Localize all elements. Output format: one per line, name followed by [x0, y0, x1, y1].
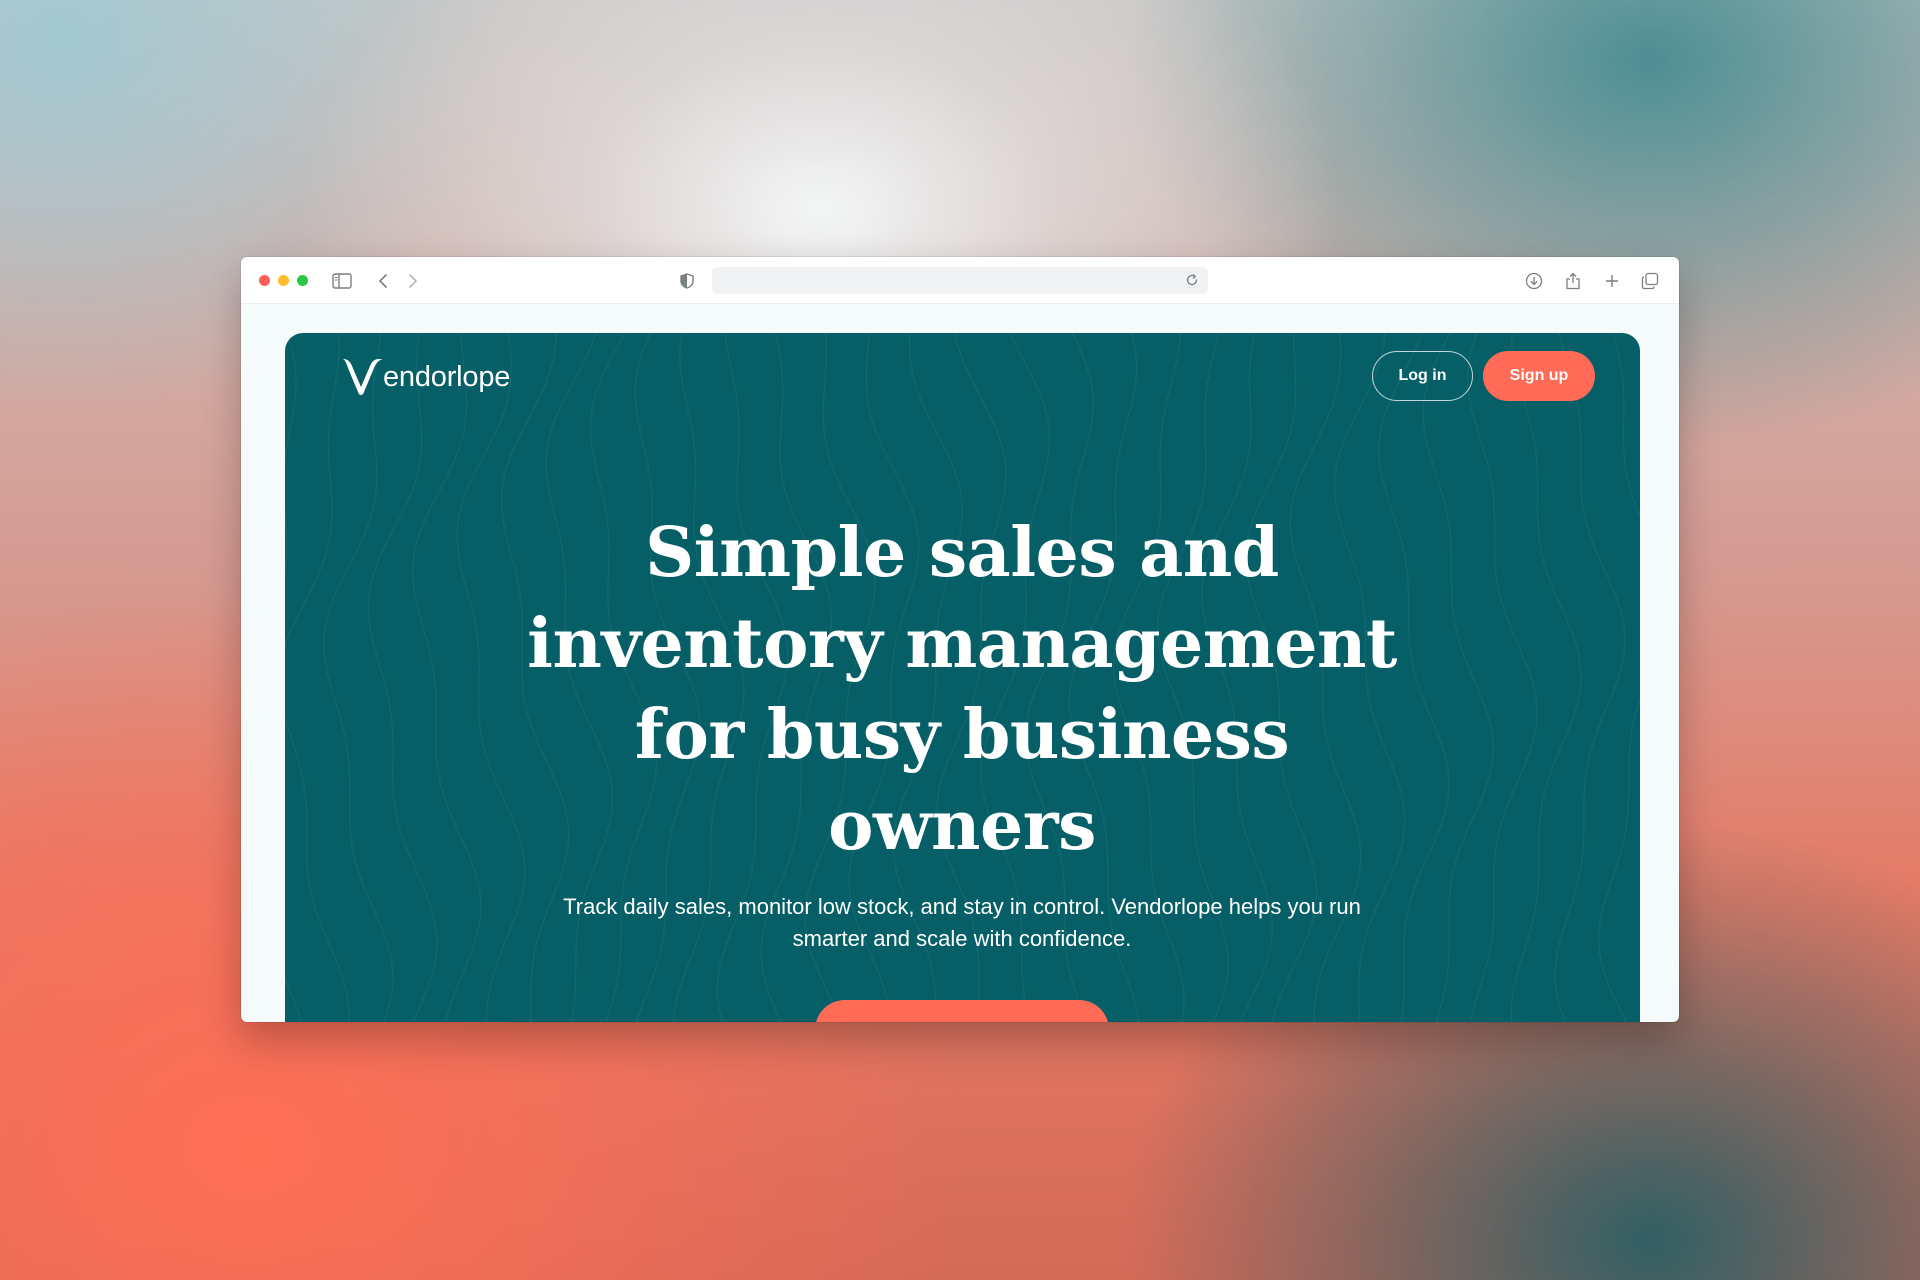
headline-line: inventory management: [527, 604, 1397, 684]
tabs-overview-icon[interactable]: [1639, 270, 1661, 292]
reload-icon[interactable]: [1184, 272, 1200, 288]
share-icon[interactable]: [1562, 270, 1584, 292]
brand-name: endorlope: [383, 361, 511, 393]
logo-mark-icon: [343, 359, 383, 395]
hero-headline: Simple sales and inventory management fo…: [462, 508, 1462, 872]
login-button[interactable]: Log in: [1372, 351, 1473, 401]
brand-logo[interactable]: endorlope: [341, 357, 510, 397]
forward-icon[interactable]: [402, 270, 424, 292]
hero-subheading: Track daily sales, monitor low stock, an…: [563, 894, 1361, 951]
back-icon[interactable]: [372, 270, 394, 292]
zoom-window-button[interactable]: [297, 275, 308, 286]
signup-button[interactable]: Sign up: [1483, 351, 1595, 401]
minimize-window-button[interactable]: [278, 275, 289, 286]
shield-icon[interactable]: [676, 270, 698, 292]
browser-toolbar: [241, 257, 1679, 304]
hero-section: endorlope Log in Sign up Simple sales an…: [285, 333, 1640, 1022]
close-window-button[interactable]: [259, 275, 270, 286]
new-tab-icon[interactable]: [1601, 270, 1623, 292]
download-icon[interactable]: [1523, 270, 1545, 292]
address-bar[interactable]: [712, 267, 1208, 294]
headline-line: for busy business: [634, 695, 1290, 775]
sidebar-icon[interactable]: [331, 270, 353, 292]
browser-window: endorlope Log in Sign up Simple sales an…: [241, 257, 1679, 1022]
hero-cta-button[interactable]: [815, 1000, 1109, 1022]
headline-line: owners: [828, 786, 1096, 866]
headline-line: Simple sales and: [645, 513, 1279, 593]
